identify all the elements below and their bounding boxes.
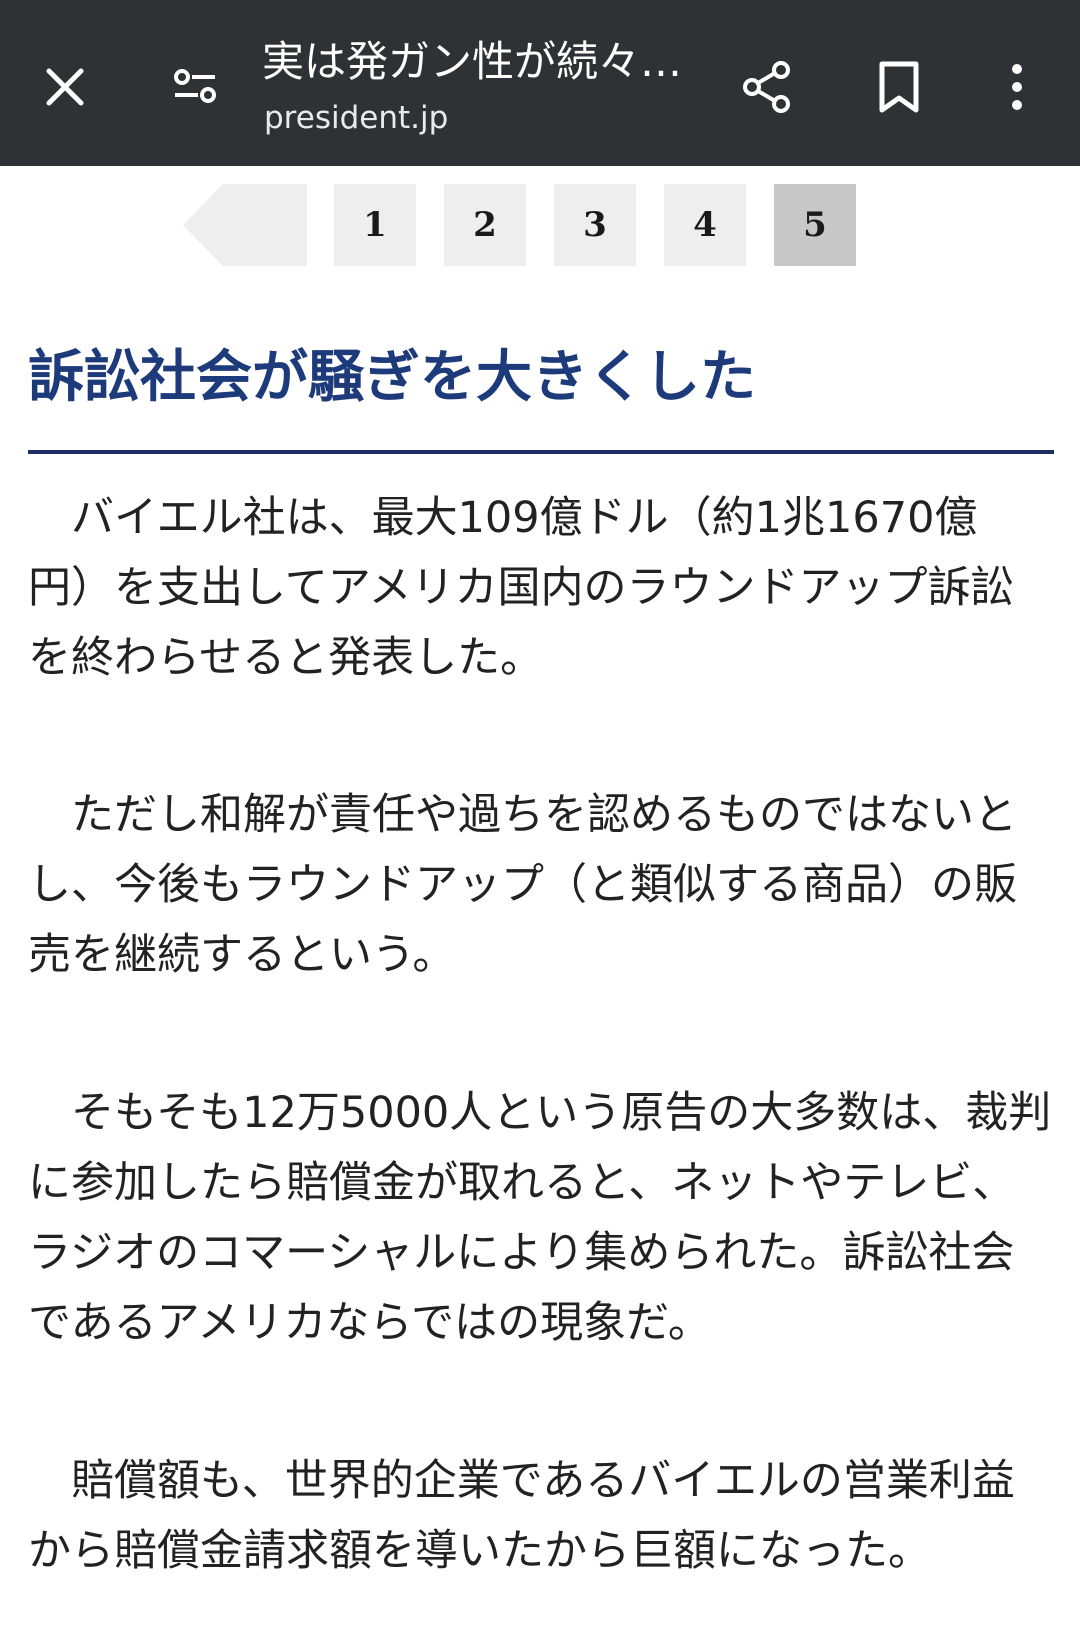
paragraph-line: バイエル社は、最大109億ドル（約1兆1670億 [28,493,978,543]
share-icon[interactable] [730,50,804,124]
prev-arrow-icon[interactable] [183,184,307,266]
page-title: 実は発ガン性が続々… [262,37,683,86]
tune-icon[interactable] [160,52,230,122]
pagination: 1 2 3 4 5 [0,184,1080,266]
page-link-1[interactable]: 1 [334,184,416,266]
custom-tab-toolbar: 実は発ガン性が続々… president.jp [0,0,1080,166]
heading-divider [28,450,1054,454]
page-url: president.jp [264,100,449,136]
more-vert-icon[interactable] [980,50,1054,124]
page-link-4[interactable]: 4 [664,184,746,266]
page-link-2[interactable]: 2 [444,184,526,266]
paragraph-line: ただし和解が責任や過ちを認めるものではないと [28,790,1017,840]
close-icon[interactable] [30,52,100,122]
paragraph: ただし和解が責任や過ちを認めるものではないと し、今後もラウンドアップ（と類似す… [28,780,1054,990]
page-link-5-current[interactable]: 5 [774,184,856,266]
paragraph: 賠償額も、世界的企業であるバイエルの営業利益 から賠償金請求額を導いたから巨額に… [28,1446,1054,1586]
paragraph-line: であるアメリカならではの現象だ。 [28,1298,711,1348]
paragraph-line: し、今後もラウンドアップ（と類似する商品）の販 [28,860,1017,910]
paragraph-line: から賠償金請求額を導いたから巨額になった。 [28,1526,931,1576]
paragraph: そもそも12万5000人という原告の大多数は、裁判 に参加したら賠償金が取れると… [28,1078,1054,1358]
paragraph-line: に参加したら賠償金が取れると、ネットやテレビ、 [28,1158,1016,1208]
section-heading: 訴訟社会が騒ぎを大きくした [28,345,756,410]
paragraph: バイエル社は、最大109億ドル（約1兆1670億 円）を支出してアメリカ国内のラ… [28,483,1054,693]
paragraph-line: を終わらせると発表した。 [28,633,544,683]
paragraph-line: ラジオのコマーシャルにより集められた。訴訟社会 [28,1228,1015,1278]
paragraph-line: 賠償額も、世界的企業であるバイエルの営業利益 [28,1456,1015,1506]
page-link-3[interactable]: 3 [554,184,636,266]
paragraph-line: そもそも12万5000人という原告の大多数は、裁判 [28,1088,1052,1138]
paragraph-line: 円）を支出してアメリカ国内のラウンドアップ訴訟 [28,563,1014,613]
bookmark-icon[interactable] [862,50,936,124]
paragraph-line: 売を継続するという。 [28,930,456,980]
